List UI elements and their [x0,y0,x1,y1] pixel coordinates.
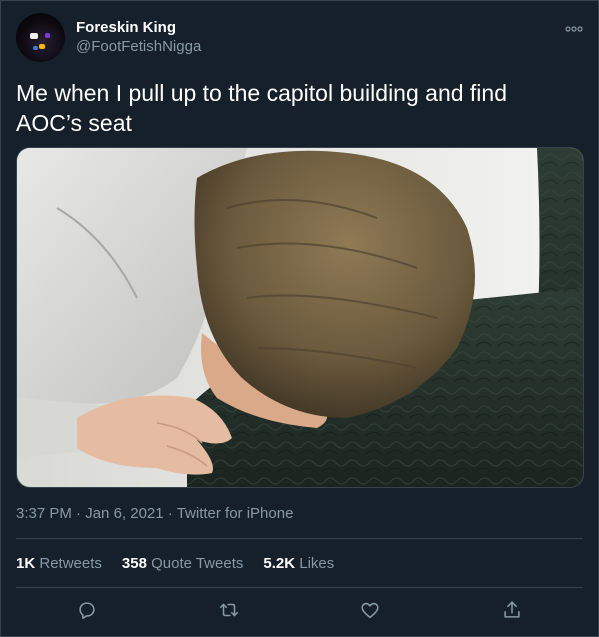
reply-icon[interactable] [76,599,100,623]
quote-tweets-count: 358 [121,555,147,572]
retweet-icon[interactable] [218,599,242,623]
handle[interactable]: @FootFetishNigga [76,37,201,56]
divider-bottom [16,587,583,588]
retweets-count: 1K [16,555,36,572]
retweets-stat[interactable]: 1K Retweets [16,554,102,573]
tweet-photo [17,148,583,487]
likes-count: 5.2K [263,555,296,572]
tweet-meta: 3:37 PM · Jan 6, 2021 · Twitter for iPho… [16,504,293,523]
tweet-date[interactable]: Jan 6, 2021 [85,505,163,522]
tweet-stats: 1K Retweets 358 Quote Tweets 5.2K Likes [16,554,334,573]
likes-label: Likes [295,555,335,572]
tweet-text: Me when I pull up to the capitol buildin… [16,78,576,138]
tweet-time[interactable]: 3:37 PM [16,505,72,522]
share-icon[interactable] [501,599,525,623]
retweets-label: Retweets [35,555,102,572]
likes-stat[interactable]: 5.2K Likes [263,554,334,573]
author-block[interactable]: Foreskin King @FootFetishNigga [76,18,201,56]
tweet-image[interactable] [16,147,584,488]
tweet-card: Foreskin King @FootFetishNigga Me when I… [0,0,599,637]
display-name[interactable]: Foreskin King [76,18,201,37]
quote-tweets-stat[interactable]: 358 Quote Tweets [122,554,243,573]
tweet-text-line-2: AOC’s seat [16,110,132,136]
tweet-text-line-1: Me when I pull up to the capitol buildin… [16,80,507,106]
like-icon[interactable] [359,599,383,623]
avatar[interactable] [16,13,65,62]
meta-separator-2: · [163,505,177,522]
tweet-source[interactable]: Twitter for iPhone [177,505,294,522]
action-bar [1,599,599,623]
more-icon[interactable] [565,21,583,32]
quote-tweets-label: Quote Tweets [146,555,244,572]
divider-top [16,538,583,539]
meta-separator: · [71,505,86,522]
